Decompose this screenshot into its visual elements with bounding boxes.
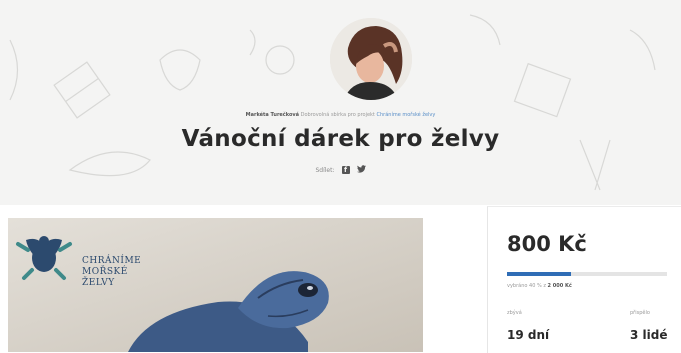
box-doodle	[513, 62, 572, 118]
progress-bar	[507, 272, 667, 276]
campaign-title: Vánoční dárek pro želvy	[181, 126, 500, 152]
stat-label-donors: přispělo	[630, 310, 650, 316]
facebook-icon[interactable]: f	[341, 166, 350, 174]
project-link[interactable]: Chráníme mořské želvy	[377, 112, 436, 118]
campaign-image	[8, 218, 423, 352]
stat-value-remaining: 19 dní	[507, 328, 550, 342]
progress-fill	[507, 272, 571, 276]
author-name[interactable]: Markéta Turečková	[246, 112, 299, 118]
stat-value-donors: 3 lidé	[630, 328, 668, 342]
share-label: Sdílet:	[315, 166, 335, 174]
collected-amount: 800 Kč	[507, 232, 587, 256]
twitter-icon[interactable]	[356, 165, 366, 175]
organization-logo-text: CHRÁNÍME MOŘSKÉ ŽELVY	[82, 256, 142, 288]
collected-summary: vybráno 40 % z 2 000 Kč	[507, 283, 572, 289]
rose-doodle	[159, 49, 201, 91]
stat-label-remaining: zbývá	[507, 310, 522, 316]
share-bar: Sdílet: f	[0, 165, 681, 175]
byline: Markéta Turečková Dobrovolná sbírka pro …	[0, 112, 681, 118]
byline-text: Dobrovolná sbírka pro projekt	[300, 112, 375, 118]
author-avatar[interactable]	[330, 18, 412, 100]
